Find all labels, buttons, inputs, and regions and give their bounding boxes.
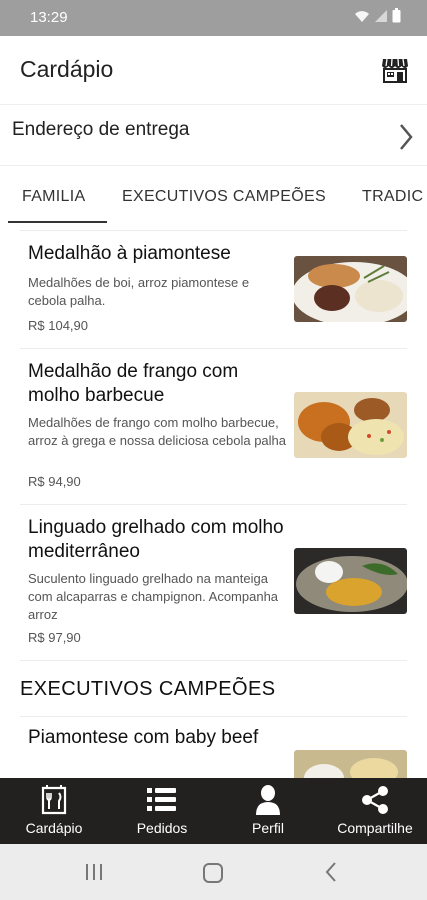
signal-icon bbox=[375, 9, 387, 22]
nav-pedidos[interactable]: Pedidos bbox=[122, 778, 202, 844]
menu-item-title: Medalhão de frango com molho barbecue bbox=[28, 361, 239, 406]
list-icon bbox=[146, 784, 178, 816]
person-icon bbox=[254, 784, 282, 816]
menu-item-title: Piamontese com baby beef bbox=[28, 727, 259, 748]
menu-item-title: Linguado grelhado com molho mediterrâneo bbox=[28, 517, 284, 562]
menu-book-icon bbox=[38, 784, 70, 816]
menu-list: Medalhão à piamontese Medalhões de boi, … bbox=[0, 230, 427, 778]
system-navigation-bar bbox=[0, 844, 427, 900]
menu-item-image bbox=[294, 750, 407, 778]
nav-cardapio[interactable]: Cardápio bbox=[14, 778, 94, 844]
app-bar: Cardápio bbox=[0, 36, 427, 102]
menu-item-image bbox=[294, 256, 407, 322]
wifi-icon bbox=[355, 10, 369, 22]
menu-item-image bbox=[294, 392, 407, 458]
menu-item-price: R$ 94,90 bbox=[28, 474, 81, 489]
section-title: EXECUTIVOS CAMPEÕES bbox=[20, 678, 276, 700]
delivery-address-row[interactable]: Endereço de entrega bbox=[0, 104, 427, 166]
menu-item-description: Medalhões de boi, arroz piamontese e ceb… bbox=[28, 275, 250, 308]
divider bbox=[20, 230, 407, 231]
share-icon bbox=[360, 784, 390, 816]
chevron-right-icon bbox=[400, 124, 413, 150]
tab-tradicionais[interactable]: TRADIC bbox=[362, 188, 423, 206]
nav-label: Pedidos bbox=[136, 820, 188, 836]
nav-perfil[interactable]: Perfil bbox=[228, 778, 308, 844]
nav-label: Perfil bbox=[252, 820, 284, 836]
divider bbox=[20, 716, 407, 717]
back-icon[interactable] bbox=[324, 861, 338, 883]
nav-compartilhe[interactable]: Compartilhe bbox=[330, 778, 420, 844]
status-time: 13:29 bbox=[30, 9, 68, 26]
category-tabs: FAMILIA EXECUTIVOS CAMPEÕES TRADIC bbox=[0, 168, 427, 224]
status-icons bbox=[354, 8, 401, 23]
storefront-icon[interactable] bbox=[381, 56, 409, 84]
status-bar: 13:29 bbox=[0, 0, 427, 36]
tab-familia[interactable]: FAMILIA bbox=[22, 188, 85, 206]
nav-label: Compartilhe bbox=[337, 820, 413, 836]
recent-apps-icon[interactable] bbox=[84, 862, 104, 882]
divider bbox=[20, 504, 407, 505]
menu-item-description: Suculento linguado grelhado na manteiga … bbox=[28, 571, 279, 622]
menu-item-price: R$ 104,90 bbox=[28, 318, 88, 333]
tab-executivos-campeoes[interactable]: EXECUTIVOS CAMPEÕES bbox=[122, 188, 326, 206]
menu-item-title: Medalhão à piamontese bbox=[28, 243, 231, 264]
delivery-address-label: Endereço de entrega bbox=[12, 119, 190, 140]
nav-label: Cardápio bbox=[25, 820, 83, 836]
home-icon[interactable] bbox=[202, 862, 224, 884]
divider bbox=[20, 660, 407, 661]
divider bbox=[20, 348, 407, 349]
menu-item-price: R$ 97,90 bbox=[28, 630, 81, 645]
bottom-navigation: Cardápio Pedidos Perfil Compartilhe bbox=[0, 778, 427, 844]
active-tab-indicator bbox=[8, 221, 107, 223]
menu-item-image bbox=[294, 548, 407, 614]
battery-icon bbox=[392, 8, 401, 23]
page-title: Cardápio bbox=[20, 56, 114, 82]
menu-item-description: Medalhões de frango com molho barbecue, … bbox=[28, 415, 287, 448]
